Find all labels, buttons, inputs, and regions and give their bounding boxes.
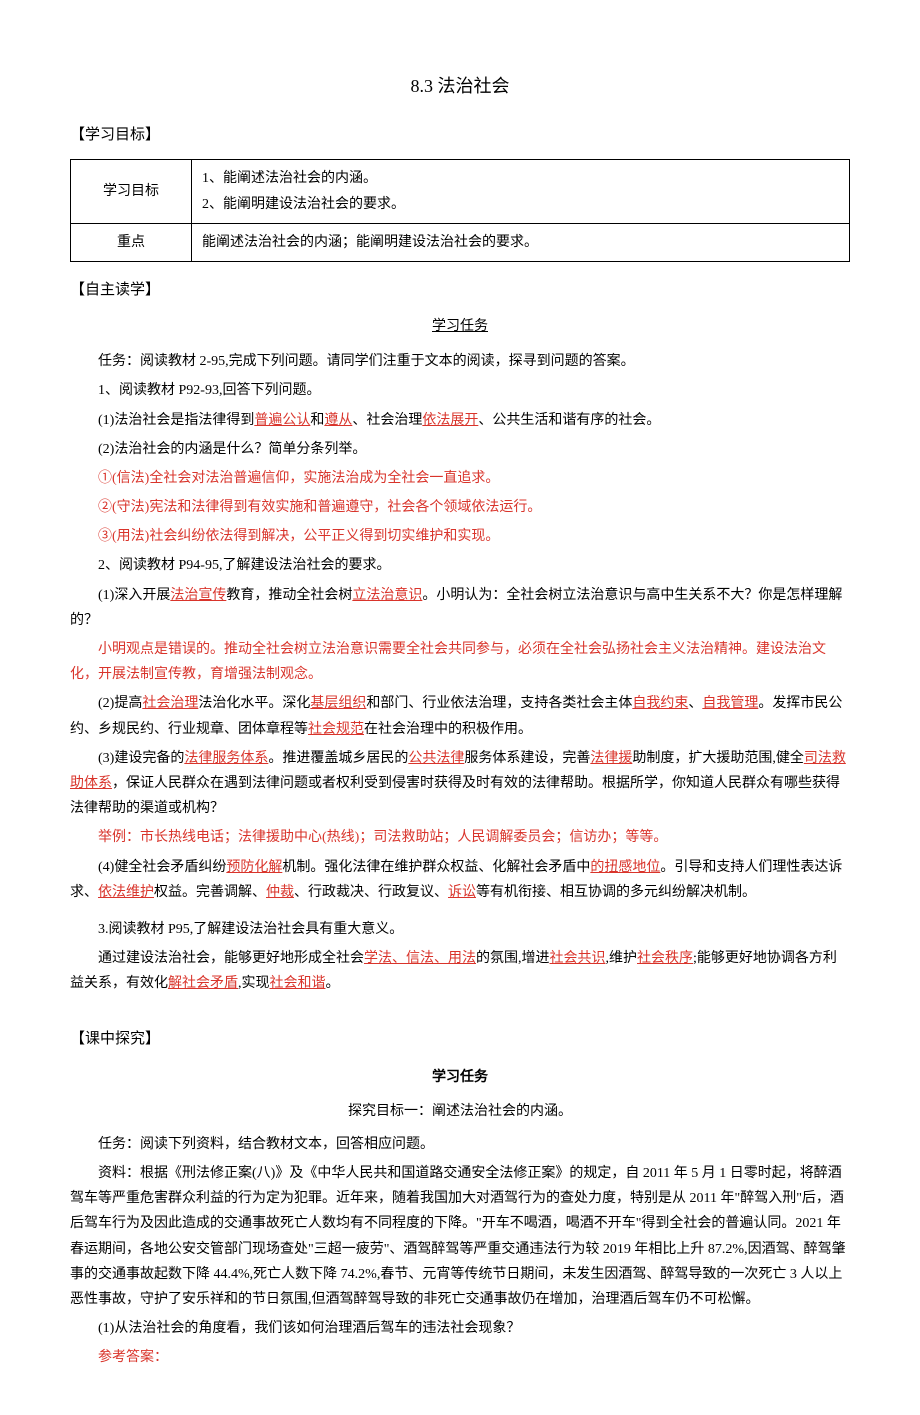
explore-q1: (1)从法治社会的角度看，我们该如何治理酒后驾车的违法社会现象？ — [70, 1316, 850, 1341]
fill-text: 法律援 — [590, 751, 632, 766]
goal-item-1: 1、能阐述法治社会的内涵。 — [202, 166, 839, 191]
text: 权益。完善调解、 — [154, 885, 266, 900]
fill-text: 自我约束 — [632, 696, 688, 711]
text: ,实现 — [238, 976, 270, 991]
explore-material: 资料：根据《刑法修正案(八)》及《中华人民共和国道路交通安全法修正案》的规定，自… — [70, 1161, 850, 1312]
text: 教育，推动全社会树 — [226, 588, 352, 603]
fill-text: 社会和谐 — [270, 976, 326, 991]
fill-text: 自我管理 — [702, 696, 758, 711]
fill-text: 社会治理 — [142, 696, 198, 711]
answer-2: ②(守法)宪法和法律得到有效实施和普遍遵守，社会各个领域依法运行。 — [70, 495, 850, 520]
explore-task-intro: 任务：阅读下列资料，结合教材文本，回答相应问题。 — [70, 1132, 850, 1157]
text: 机制。强化法律在维护群众权益、化解社会矛盾中 — [282, 860, 590, 875]
text: 通过建设法治社会，能够更好地形成全社会 — [98, 951, 364, 966]
q2-4: (4)健全社会矛盾纠纷预防化解机制。强化法律在维护群众权益、化解社会矛盾中的扭感… — [70, 855, 850, 905]
explore-answer-label: 参考答案： — [70, 1345, 850, 1370]
q2-1-answer: 小明观点是错误的。推动全社会树立法治意识需要全社会共同参与，必须在全社会弘扬社会… — [70, 637, 850, 687]
page-title: 8.3 法治社会 — [70, 70, 850, 102]
fill-text: 预防化解 — [226, 860, 282, 875]
text: 在社会治理中的积极作用。 — [364, 722, 532, 737]
q2-2: (2)提高社会治理法治化水平。深化基层组织和部门、行业依法治理，支持各类社会主体… — [70, 691, 850, 741]
goals-table: 学习目标 1、能阐述法治社会的内涵。 2、能阐明建设法治社会的要求。 重点 能阐… — [70, 159, 850, 262]
text: (1)法治社会是指法律得到 — [98, 413, 254, 428]
answer-3: ③(用法)社会纠纷依法得到解决，公平正义得到切实维护和实现。 — [70, 524, 850, 549]
text: (2)提高 — [98, 696, 142, 711]
q2-1: (1)深入开展法治宣传教育，推动全社会树立法治意识。小明认为：全社会树立法治意识… — [70, 583, 850, 633]
fill-text: 法治宣传 — [170, 588, 226, 603]
study-task-heading: 学习任务 — [70, 314, 850, 339]
text: 、行政裁决、行政复议、 — [294, 885, 448, 900]
fill-text: 普遍公认 — [254, 413, 310, 428]
text: ,维护 — [606, 951, 638, 966]
focus-content-cell: 能阐述法治社会的内涵；能阐明建设法治社会的要求。 — [192, 223, 850, 261]
fill-text: 解社会矛盾 — [168, 976, 238, 991]
text: (4)健全社会矛盾纠纷 — [98, 860, 226, 875]
fill-text: 遵从 — [324, 413, 352, 428]
self-study-heading: 【自主读学】 — [70, 277, 850, 304]
goals-content-cell: 1、能阐述法治社会的内涵。 2、能阐明建设法治社会的要求。 — [192, 160, 850, 223]
table-row: 重点 能阐述法治社会的内涵；能阐明建设法治社会的要求。 — [71, 223, 850, 261]
text: 等有机衔接、相互协调的多元纠纷解决机制。 — [476, 885, 756, 900]
text: 服务体系建设，完善 — [464, 751, 590, 766]
fill-text: 社会规范 — [308, 722, 364, 737]
text: 。 — [326, 976, 340, 991]
text: 和部门、行业依法治理，支持各类社会主体 — [366, 696, 632, 711]
text: ，保证人民群众在遇到法律问题或者权利受到侵害时获得及时有效的法律帮助。根据所学，… — [70, 776, 840, 816]
q1-intro: 1、阅读教材 P92-93,回答下列问题。 — [70, 378, 850, 403]
goals-label-cell: 学习目标 — [71, 160, 192, 223]
fill-text: 依法维护 — [98, 885, 154, 900]
text: 法治化水平。深化 — [198, 696, 310, 711]
goals-heading: 【学习目标】 — [70, 122, 850, 149]
fill-text: 的扭感地位 — [590, 860, 660, 875]
q1-2: (2)法治社会的内涵是什么？简单分条列举。 — [70, 437, 850, 462]
text: 、 — [688, 696, 702, 711]
q2-3-answer: 举例：市长热线电话；法律援助中心(热线)；司法救助站；人民调解委员会；信访办；等… — [70, 825, 850, 850]
fill-text: 诉讼 — [448, 885, 476, 900]
text: 、公共生活和谐有序的社会。 — [478, 413, 660, 428]
table-row: 学习目标 1、能阐述法治社会的内涵。 2、能阐明建设法治社会的要求。 — [71, 160, 850, 223]
explore-target-1: 探究目标一：阐述法治社会的内涵。 — [70, 1099, 850, 1124]
q3: 通过建设法治社会，能够更好地形成全社会学法、信法、用法的氛围,增进社会共识,维护… — [70, 946, 850, 996]
fill-text: 法律服务体系 — [184, 751, 268, 766]
fill-text: 公共法律 — [408, 751, 464, 766]
fill-text: 依法展开 — [422, 413, 478, 428]
explore-heading: 【课中探究】 — [70, 1026, 850, 1053]
fill-text: 社会共识 — [550, 951, 606, 966]
text: 和 — [310, 413, 324, 428]
focus-label-cell: 重点 — [71, 223, 192, 261]
answer-1: ①(信法)全社会对法治普遍信仰，实施法治成为全社会一直追求。 — [70, 466, 850, 491]
text: 助制度，扩大援助范围,健全 — [632, 751, 804, 766]
text: (1)深入开展 — [98, 588, 170, 603]
explore-task-heading: 学习任务 — [70, 1065, 850, 1090]
fill-text: 学法、信法、用法 — [364, 951, 476, 966]
goal-item-2: 2、能阐明建设法治社会的要求。 — [202, 192, 839, 217]
task-line: 任务：阅读教材 2-95,完成下列问题。请同学们注重于文本的阅读，探寻到问题的答… — [70, 349, 850, 374]
q1-1: (1)法治社会是指法律得到普遍公认和遵从、社会治理依法展开、公共生活和谐有序的社… — [70, 408, 850, 433]
fill-text: 社会秩序 — [637, 951, 693, 966]
fill-text: 仲裁 — [266, 885, 294, 900]
text: 、社会治理 — [352, 413, 422, 428]
text: (3)建设完备的 — [98, 751, 184, 766]
text: 。推进覆盖城乡居民的 — [268, 751, 408, 766]
q3-intro: 3.阅读教材 P95,了解建设法治社会具有重大意义。 — [70, 917, 850, 942]
fill-text: 基层组织 — [310, 696, 366, 711]
q2-3: (3)建设完备的法律服务体系。推进覆盖城乡居民的公共法律服务体系建设，完善法律援… — [70, 746, 850, 822]
q2-intro: 2、阅读教材 P94-95,了解建设法治社会的要求。 — [70, 553, 850, 578]
fill-text: 立法治意识 — [352, 588, 422, 603]
text: 的氛围,增进 — [476, 951, 550, 966]
